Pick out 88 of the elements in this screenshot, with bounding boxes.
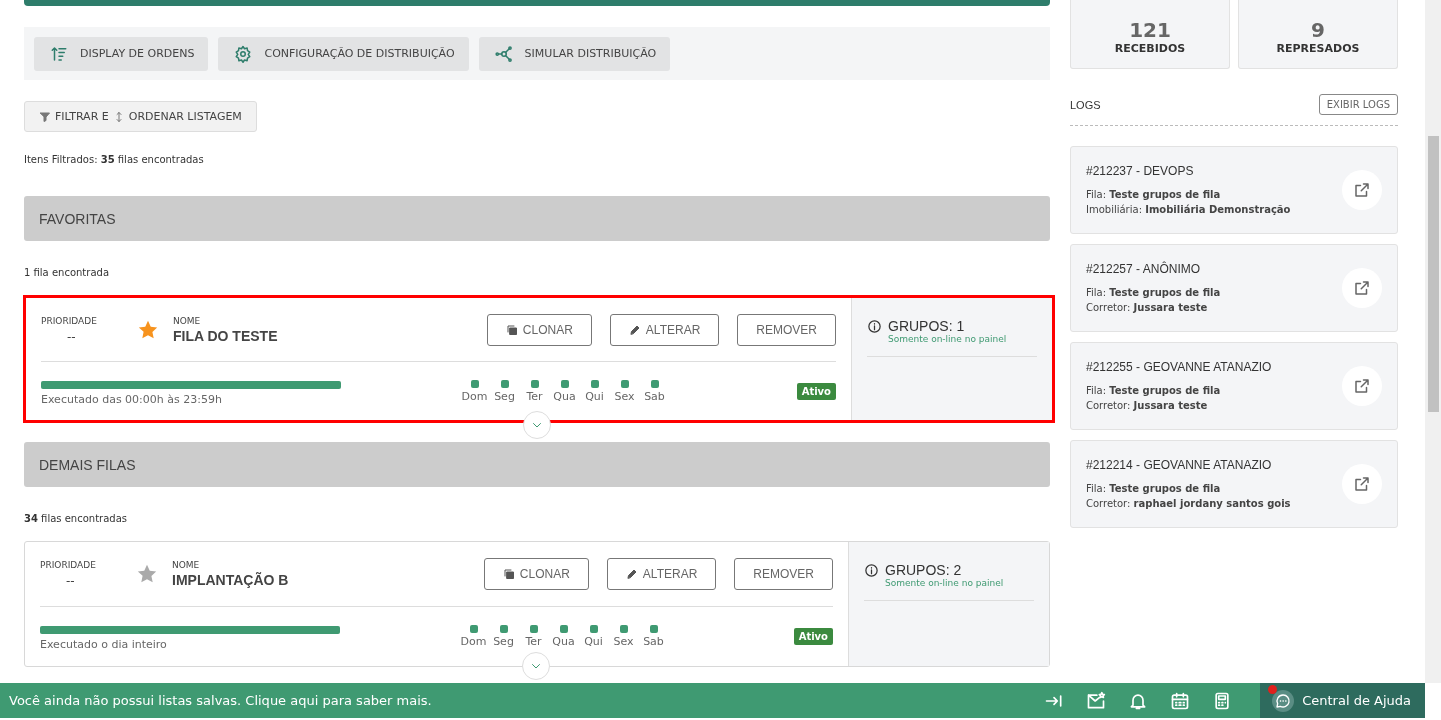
log-title: #212255 - GEOVANNE ATANAZIO xyxy=(1086,359,1273,374)
log-detail: Fila: Teste grupos de fila xyxy=(1086,187,1222,202)
log-detail: Fila: Teste grupos de fila xyxy=(1086,285,1222,300)
external-link-icon xyxy=(1353,181,1371,199)
log-title: #212257 - ANÔNIMO xyxy=(1086,261,1202,276)
day-label: Qua xyxy=(553,389,576,403)
external-link-icon xyxy=(1353,377,1371,395)
name-label: NOME xyxy=(172,560,201,570)
day-label: Dom xyxy=(461,389,488,403)
scrollbar-thumb[interactable] xyxy=(1428,136,1439,412)
info-icon xyxy=(864,562,879,578)
network-icon xyxy=(494,44,513,63)
footer-message[interactable]: Você ainda não possui listas salvas. Clique aqui para saber mais. xyxy=(0,693,1041,708)
stat-label: RECEBIDOS xyxy=(1114,41,1186,55)
clone-button[interactable]: CLONAR xyxy=(486,313,592,346)
groups-count: GRUPOS: 1 xyxy=(888,318,965,334)
clone-button[interactable]: CLONAR xyxy=(483,558,589,590)
section-header: DEMAIS FILAS xyxy=(24,442,1050,487)
sort-icon xyxy=(50,44,68,63)
section-header: FAVORITAS xyxy=(24,196,1050,241)
day-label: Sab xyxy=(644,389,665,403)
day-label: Qui xyxy=(584,634,603,648)
priority-value: -- xyxy=(66,329,77,344)
log-detail: Corretor: raphael jordany santos gois xyxy=(1086,496,1292,511)
remove-button[interactable]: REMOVER xyxy=(737,313,836,346)
log-title: #212214 - GEOVANNE ATANAZIO xyxy=(1086,457,1273,472)
scrollbar[interactable] xyxy=(1425,0,1441,683)
schedule-text: Executado o dia inteiro xyxy=(40,637,168,651)
open-link-button[interactable] xyxy=(1342,464,1382,504)
day-label: Seg xyxy=(493,634,514,648)
edit-button[interactable]: ALTERAR xyxy=(606,558,717,590)
schedule-text: Executado das 00:00h às 23:59h xyxy=(41,392,223,406)
settings-icon xyxy=(234,44,253,63)
status-badge: Ativo xyxy=(793,627,833,645)
copy-icon xyxy=(502,568,515,580)
day-label: Dom xyxy=(460,634,487,648)
remove-button[interactable]: REMOVER xyxy=(734,558,833,590)
status-badge: Ativo xyxy=(796,382,836,400)
priority-label: PRIORIDADE xyxy=(40,560,97,570)
filter-summary: Itens Filtrados: 35 filas encontradas xyxy=(24,154,205,165)
pencil-icon xyxy=(628,323,641,336)
copy-icon xyxy=(505,323,518,336)
log-detail: Corretor: Jussara teste xyxy=(1086,398,1209,413)
show-logs-button[interactable]: EXIBIR LOGS xyxy=(1318,94,1398,115)
envelope-star-icon xyxy=(1086,690,1107,711)
edit-button[interactable]: ALTERAR xyxy=(609,313,720,346)
groups-note: Somente on-line no painel xyxy=(884,578,1005,588)
toolbar-button[interactable]: SIMULAR DISTRIBUIÇÃO xyxy=(478,36,671,71)
log-detail: Imobiliária: Imobiliária Demonstração xyxy=(1086,202,1292,217)
day-label: Sex xyxy=(614,389,635,403)
stat-value: 121 xyxy=(1129,17,1171,42)
queue-count: 34 filas encontradas xyxy=(24,513,128,524)
filter-icon xyxy=(39,110,51,123)
day-label: Qua xyxy=(552,634,575,648)
day-label: Ter xyxy=(526,389,543,403)
external-link-icon xyxy=(1353,475,1371,493)
logs-title: LOGS xyxy=(1070,98,1101,111)
stat-value: 9 xyxy=(1311,17,1325,42)
calendar-icon xyxy=(1170,690,1191,711)
open-link-button[interactable] xyxy=(1342,366,1382,406)
log-detail: Fila: Teste grupos de fila xyxy=(1086,481,1222,496)
priority-value: -- xyxy=(65,574,76,588)
log-detail: Corretor: Jussara teste xyxy=(1086,300,1209,315)
day-label: Seg xyxy=(494,389,515,403)
groups-count: GRUPOS: 2 xyxy=(885,562,962,578)
info-icon xyxy=(867,318,882,334)
queue-count: 1 fila encontrada xyxy=(24,267,110,278)
queue-name: FILA DO TESTE xyxy=(173,327,279,344)
help-button[interactable]: Central de Ajuda xyxy=(1260,683,1425,718)
star-icon[interactable] xyxy=(136,563,158,585)
toolbar-button[interactable]: CONFIGURAÇÃO DE DISTRIBUIÇÃO xyxy=(218,36,469,71)
log-title: #212237 - DEVOPS xyxy=(1086,163,1195,178)
day-label: Qui xyxy=(585,389,604,403)
name-label: NOME xyxy=(173,315,202,326)
pencil-icon xyxy=(625,568,638,580)
groups-note: Somente on-line no painel xyxy=(887,334,1008,344)
day-label: Sab xyxy=(643,634,664,648)
queue-name: IMPLANTAÇÃO B xyxy=(172,572,290,588)
day-label: Sex xyxy=(613,634,634,648)
priority-label: PRIORIDADE xyxy=(41,315,98,326)
toolbar-button[interactable]: DISPLAY DE ORDENS xyxy=(34,36,209,71)
log-detail: Fila: Teste grupos de fila xyxy=(1086,383,1222,398)
day-label: Ter xyxy=(525,634,542,648)
open-link-button[interactable] xyxy=(1342,268,1382,308)
stat-label: REPRESADOS xyxy=(1276,41,1360,55)
open-link-button[interactable] xyxy=(1342,170,1382,210)
external-link-icon xyxy=(1353,279,1371,297)
filter-button[interactable]: FILTRAR E ORDENAR LISTAGEM xyxy=(24,101,257,132)
